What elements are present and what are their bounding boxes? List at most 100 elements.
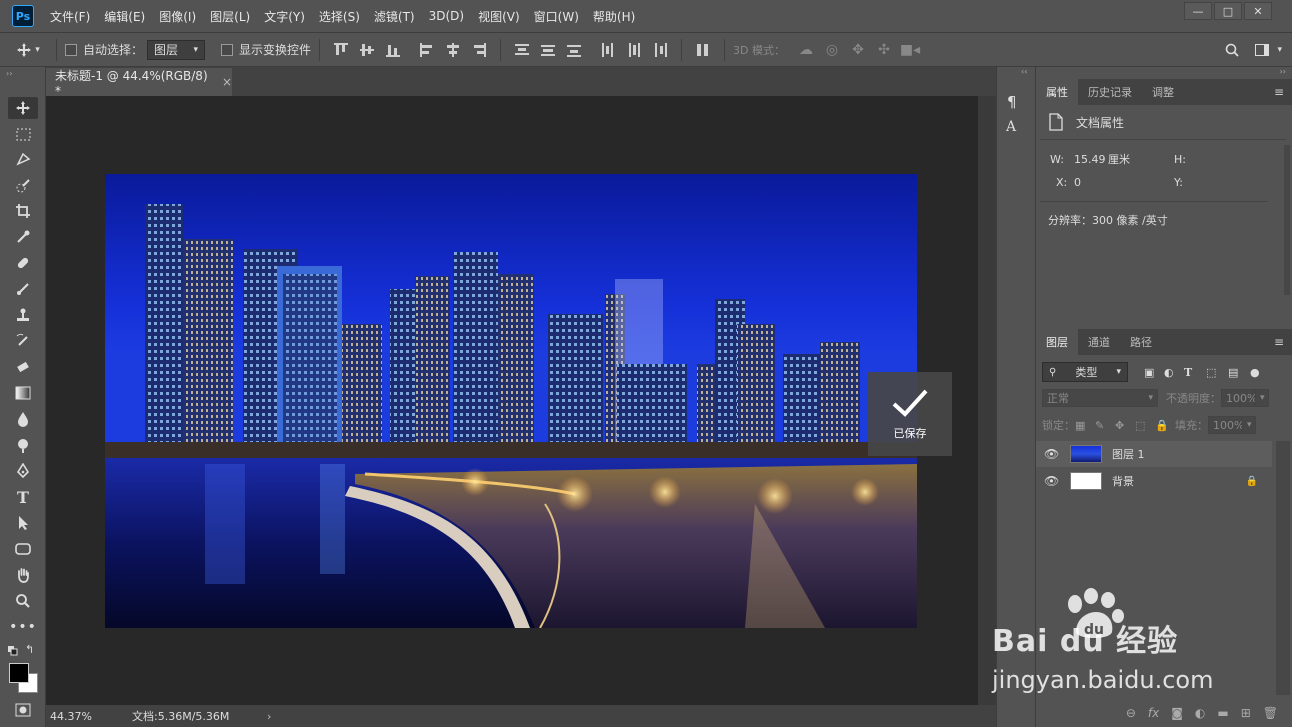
distribute-bottom-icon[interactable] xyxy=(566,42,582,58)
close-button[interactable]: ✕ xyxy=(1244,2,1272,20)
filter-smart-object-icon[interactable]: ▤ xyxy=(1228,366,1250,379)
distribute-hcenter-icon[interactable] xyxy=(626,42,642,58)
fill-dropdown[interactable]: ▾ xyxy=(1242,416,1256,434)
document-tab[interactable]: 未标题-1 @ 44.4%(RGB/8) * × xyxy=(46,68,232,98)
properties-scrollbar[interactable] xyxy=(1284,145,1290,295)
quick-mask-icon[interactable] xyxy=(15,703,31,717)
pen-tool-icon[interactable] xyxy=(8,460,38,482)
tab-properties[interactable]: 属性 xyxy=(1036,79,1078,105)
status-menu-arrow[interactable]: › xyxy=(267,710,271,723)
canvas-image[interactable] xyxy=(105,174,917,628)
tab-channels[interactable]: 通道 xyxy=(1078,329,1120,355)
lock-artboard-icon[interactable]: ⬚ xyxy=(1135,419,1155,432)
show-transform-checkbox[interactable] xyxy=(221,43,234,56)
menu-layer[interactable]: 图层(L) xyxy=(210,8,250,25)
menu-view[interactable]: 视图(V) xyxy=(478,8,520,25)
menu-file[interactable]: 文件(F) xyxy=(50,8,90,25)
align-bottom-icon[interactable] xyxy=(385,42,401,58)
3d-drag-icon[interactable]: ✥ xyxy=(845,42,871,58)
minimize-button[interactable]: — xyxy=(1184,2,1212,20)
new-group-icon[interactable]: ▬ xyxy=(1217,706,1228,720)
tab-adjustments[interactable]: 调整 xyxy=(1142,79,1184,105)
align-hcenter-icon[interactable] xyxy=(445,42,461,58)
type-tool-icon[interactable]: T xyxy=(8,486,38,508)
search-icon[interactable] xyxy=(1221,43,1243,57)
visibility-eye-icon[interactable]: 👁 xyxy=(1044,474,1060,488)
x-value[interactable]: 0 xyxy=(1074,176,1174,189)
distribute-top-icon[interactable] xyxy=(514,42,530,58)
character-panel-icon[interactable]: A xyxy=(1006,119,1016,135)
auto-select-checkbox[interactable] xyxy=(65,43,77,56)
filter-pixel-icon[interactable]: ▣ xyxy=(1144,366,1164,379)
eraser-tool-icon[interactable] xyxy=(8,356,38,378)
quick-select-tool-icon[interactable] xyxy=(8,175,38,197)
auto-select-dropdown[interactable]: 图层 ▾ xyxy=(147,39,206,60)
distribute-right-icon[interactable] xyxy=(652,42,668,58)
menu-3d[interactable]: 3D(D) xyxy=(429,9,464,23)
menu-select[interactable]: 选择(S) xyxy=(319,8,360,25)
layer-row[interactable]: 👁 背景 🔒 xyxy=(1036,468,1272,494)
tab-layers[interactable]: 图层 xyxy=(1036,329,1078,355)
filter-type-icon[interactable]: T xyxy=(1184,366,1206,379)
collapse-panels-icon[interactable]: ›› xyxy=(1280,67,1286,76)
add-mask-icon[interactable]: ◙ xyxy=(1171,706,1183,720)
blend-mode-dropdown[interactable]: 正常 ▾ xyxy=(1042,389,1158,407)
panel-menu-icon[interactable]: ≡ xyxy=(1274,329,1292,355)
collapse-dock-icon[interactable]: ‹‹ xyxy=(1021,67,1027,76)
link-layers-icon[interactable]: ⊖ xyxy=(1126,706,1136,720)
filter-shape-icon[interactable]: ⬚ xyxy=(1206,366,1228,379)
path-selection-tool-icon[interactable] xyxy=(8,512,38,534)
distribute-vcenter-icon[interactable] xyxy=(540,42,556,58)
zoom-tool-icon[interactable] xyxy=(8,590,38,612)
align-top-icon[interactable] xyxy=(333,42,349,58)
lasso-tool-icon[interactable] xyxy=(8,148,38,170)
gradient-tool-icon[interactable] xyxy=(8,382,38,404)
opacity-dropdown[interactable]: ▾ xyxy=(1255,389,1269,407)
brush-tool-icon[interactable] xyxy=(8,278,38,300)
tab-paths[interactable]: 路径 xyxy=(1120,329,1162,355)
collapse-toolbar-icon[interactable]: ›› xyxy=(6,69,12,78)
fill-field[interactable]: 100% xyxy=(1208,416,1244,434)
lock-position-icon[interactable]: ✥ xyxy=(1115,419,1135,432)
default-colors-icon[interactable] xyxy=(8,645,18,656)
layer-name[interactable]: 背景 xyxy=(1112,473,1246,489)
workspace-icon[interactable] xyxy=(1251,43,1273,56)
filter-toggle-icon[interactable]: ● xyxy=(1250,366,1260,379)
menu-type[interactable]: 文字(Y) xyxy=(264,8,305,25)
3d-orbit-icon[interactable]: ☁ xyxy=(793,42,819,58)
layer-row[interactable]: 👁 图层 1 xyxy=(1036,441,1272,467)
3d-camera-icon[interactable]: ■◂ xyxy=(897,42,923,58)
align-left-icon[interactable] xyxy=(419,42,435,58)
close-tab-icon[interactable]: × xyxy=(222,75,232,89)
visibility-eye-icon[interactable]: 👁 xyxy=(1044,447,1060,461)
blur-tool-icon[interactable] xyxy=(8,408,38,430)
menu-image[interactable]: 图像(I) xyxy=(159,8,196,25)
dodge-tool-icon[interactable] xyxy=(8,434,38,456)
opacity-field[interactable]: 100% xyxy=(1221,389,1257,407)
trash-icon[interactable]: 🗑 xyxy=(1263,706,1278,720)
maximize-button[interactable]: □ xyxy=(1214,2,1242,20)
distribute-left-icon[interactable] xyxy=(600,42,616,58)
lock-transparent-icon[interactable]: ▦ xyxy=(1075,419,1095,432)
panel-menu-icon[interactable]: ≡ xyxy=(1274,79,1292,105)
new-layer-icon[interactable]: ⊞ xyxy=(1241,706,1251,720)
menu-window[interactable]: 窗口(W) xyxy=(534,8,579,25)
layer-filter-dropdown[interactable]: ⚲ 类型 ▾ xyxy=(1042,362,1128,382)
move-tool-icon[interactable] xyxy=(8,97,38,119)
lock-pixels-icon[interactable]: ✎ xyxy=(1095,419,1115,432)
fx-icon[interactable]: fx xyxy=(1148,706,1159,720)
align-right-icon[interactable] xyxy=(471,42,487,58)
history-brush-tool-icon[interactable] xyxy=(8,330,38,352)
more-tools-icon[interactable]: ••• xyxy=(8,616,38,638)
align-vcenter-icon[interactable] xyxy=(359,42,375,58)
3d-roll-icon[interactable]: ◎ xyxy=(819,42,845,58)
paragraph-panel-icon[interactable]: ¶ xyxy=(1007,93,1017,111)
tab-history[interactable]: 历史记录 xyxy=(1078,79,1142,105)
swap-colors-icon[interactable]: ↰ xyxy=(25,643,34,656)
auto-align-icon[interactable] xyxy=(695,42,711,58)
eyedropper-tool-icon[interactable] xyxy=(8,226,38,248)
layer-name[interactable]: 图层 1 xyxy=(1112,446,1145,462)
marquee-tool-icon[interactable] xyxy=(8,123,38,145)
move-tool-preset-icon[interactable]: ▾ xyxy=(8,42,48,58)
filter-adjustment-icon[interactable]: ◐ xyxy=(1164,366,1184,379)
